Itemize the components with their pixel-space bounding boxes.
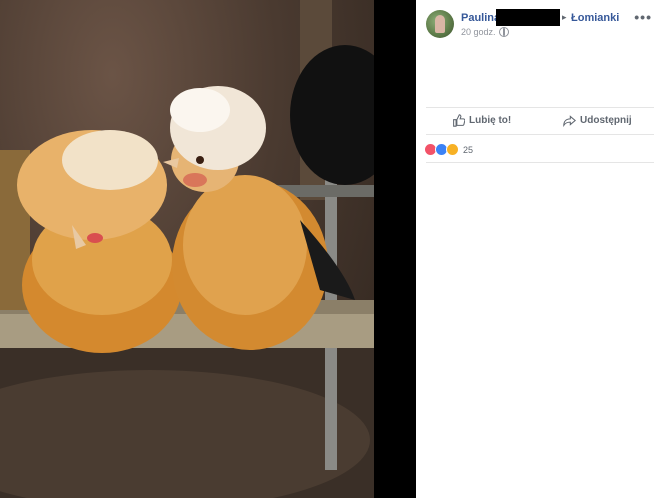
post-side-panel: Paulina ▸ Łomianki ••• 20 godz. Lubię to… (416, 0, 664, 498)
share-label: Udostępnij (580, 115, 632, 126)
arrow-right-icon: ▸ (562, 12, 567, 22)
reaction-summary[interactable]: 25 (424, 143, 473, 156)
post-photo[interactable] (0, 0, 374, 498)
more-options-icon[interactable]: ••• (634, 9, 652, 25)
reaction-count: 25 (463, 144, 474, 155)
share-arrow-icon (563, 115, 576, 127)
divider (426, 134, 654, 135)
thumbs-up-icon (453, 114, 465, 127)
divider (426, 107, 654, 108)
chickens-image (0, 0, 374, 498)
wow-icon (446, 143, 459, 156)
author-name-link[interactable]: Paulina (461, 12, 500, 24)
post-timestamp[interactable]: 20 godz. (461, 27, 496, 37)
like-button[interactable]: Lubię to! (452, 114, 511, 127)
redaction-bar (496, 9, 560, 26)
avatar[interactable] (426, 10, 454, 38)
like-label: Lubię to! (469, 115, 512, 126)
globe-icon (499, 27, 509, 37)
photo-viewer (0, 0, 416, 498)
share-button[interactable]: Udostępnij (563, 114, 632, 127)
location-link[interactable]: Łomianki (571, 12, 619, 24)
divider (426, 162, 654, 163)
